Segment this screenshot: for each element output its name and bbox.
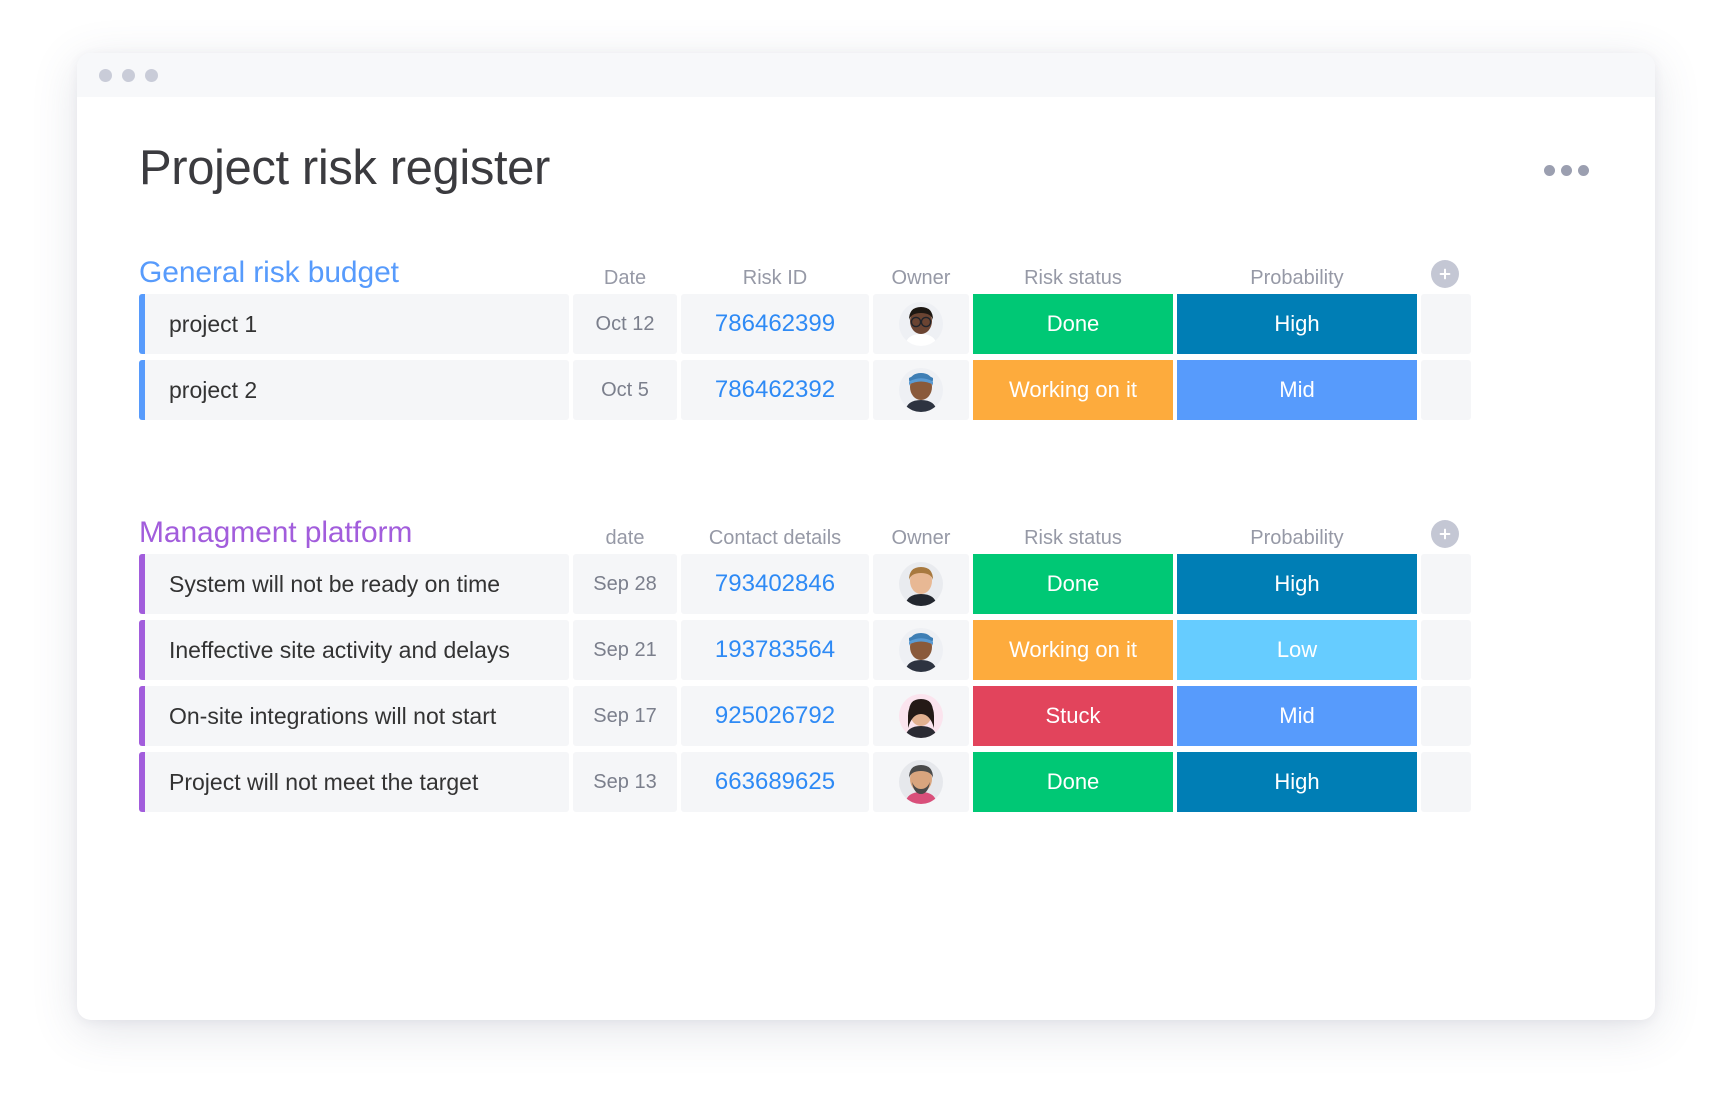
- cell-owner[interactable]: [873, 686, 969, 746]
- cell-empty-tail: [1421, 620, 1471, 680]
- board-groups: General risk budgetDateRisk IDOwnerRisk …: [139, 248, 1593, 812]
- cell-date[interactable]: Oct 5: [573, 360, 677, 420]
- cell-empty-tail: [1421, 294, 1471, 354]
- cell-probability[interactable]: Mid: [1177, 360, 1417, 420]
- cell-item-name[interactable]: Ineffective site activity and delays: [145, 620, 569, 680]
- avatar-woman-dark-hair[interactable]: [899, 694, 943, 738]
- app-window: Project risk register General risk budge…: [77, 53, 1655, 1020]
- board-group-1: General risk budgetDateRisk IDOwnerRisk …: [139, 248, 1593, 420]
- kebab-menu-icon[interactable]: [1540, 155, 1593, 186]
- column-header-owner: Owner: [873, 267, 969, 290]
- cell-item-name[interactable]: System will not be ready on time: [145, 554, 569, 614]
- cell-probability[interactable]: Low: [1177, 620, 1417, 680]
- kebab-dot-2: [1561, 165, 1572, 176]
- column-header-owner: Owner: [873, 527, 969, 550]
- table-row[interactable]: On-site integrations will not startSep 1…: [139, 686, 1593, 746]
- cell-risk-status[interactable]: Working on it: [973, 620, 1173, 680]
- traffic-light-close-icon[interactable]: [99, 69, 112, 82]
- cell-owner[interactable]: [873, 752, 969, 812]
- column-header-probability: Probability: [1177, 527, 1417, 550]
- cell-risk-status[interactable]: Done: [973, 294, 1173, 354]
- cell-risk-id[interactable]: 193783564: [681, 620, 869, 680]
- group-title[interactable]: Managment platform: [139, 516, 569, 550]
- cell-empty-tail: [1421, 360, 1471, 420]
- window-titlebar: [77, 53, 1655, 97]
- table-row[interactable]: Project will not meet the targetSep 1366…: [139, 752, 1593, 812]
- group-title[interactable]: General risk budget: [139, 256, 569, 290]
- cell-item-name[interactable]: project 2: [145, 360, 569, 420]
- cell-date[interactable]: Sep 13: [573, 752, 677, 812]
- column-header-probability: Probability: [1177, 267, 1417, 290]
- cell-date[interactable]: Oct 12: [573, 294, 677, 354]
- table-row[interactable]: System will not be ready on timeSep 2879…: [139, 554, 1593, 614]
- cell-item-name[interactable]: Project will not meet the target: [145, 752, 569, 812]
- column-header-risk-status: Risk status: [973, 267, 1173, 290]
- cell-owner[interactable]: [873, 360, 969, 420]
- cell-date[interactable]: Sep 21: [573, 620, 677, 680]
- cell-risk-id[interactable]: 663689625: [681, 752, 869, 812]
- avatar-man-beard[interactable]: [899, 760, 943, 804]
- cell-probability[interactable]: High: [1177, 554, 1417, 614]
- column-header-date: Date: [573, 267, 677, 290]
- cell-owner[interactable]: [873, 554, 969, 614]
- cell-date[interactable]: Sep 28: [573, 554, 677, 614]
- cell-risk-status[interactable]: Done: [973, 554, 1173, 614]
- cell-empty-tail: [1421, 752, 1471, 812]
- column-header-risk-status: Risk status: [973, 527, 1173, 550]
- kebab-dot-3: [1578, 165, 1589, 176]
- traffic-light-minimize-icon[interactable]: [122, 69, 135, 82]
- kebab-dot-1: [1544, 165, 1555, 176]
- cell-risk-id[interactable]: 925026792: [681, 686, 869, 746]
- cell-owner[interactable]: [873, 294, 969, 354]
- cell-probability[interactable]: High: [1177, 752, 1417, 812]
- cell-probability[interactable]: Mid: [1177, 686, 1417, 746]
- cell-item-name[interactable]: On-site integrations will not start: [145, 686, 569, 746]
- column-header-contact-details: Contact details: [681, 527, 869, 550]
- column-header-risk-id: Risk ID: [681, 267, 869, 290]
- cell-risk-status[interactable]: Stuck: [973, 686, 1173, 746]
- cell-empty-tail: [1421, 686, 1471, 746]
- avatar-man-bandana[interactable]: [899, 628, 943, 672]
- avatar-woman-glasses[interactable]: [899, 302, 943, 346]
- page-header: Project risk register: [139, 143, 1593, 194]
- screenshot-root: Project risk register General risk budge…: [0, 0, 1709, 1093]
- table-row[interactable]: Ineffective site activity and delaysSep …: [139, 620, 1593, 680]
- table-row[interactable]: project 1Oct 12786462399 DoneHigh: [139, 294, 1593, 354]
- group-header-row: General risk budgetDateRisk IDOwnerRisk …: [139, 248, 1593, 294]
- cell-item-name[interactable]: project 1: [145, 294, 569, 354]
- add-column-button[interactable]: [1431, 260, 1459, 288]
- page-title: Project risk register: [139, 143, 550, 194]
- avatar-man-bandana[interactable]: [899, 368, 943, 412]
- cell-risk-status[interactable]: Working on it: [973, 360, 1173, 420]
- cell-probability[interactable]: High: [1177, 294, 1417, 354]
- cell-risk-id[interactable]: 793402846: [681, 554, 869, 614]
- cell-owner[interactable]: [873, 620, 969, 680]
- add-column-button[interactable]: [1431, 520, 1459, 548]
- cell-risk-status[interactable]: Done: [973, 752, 1173, 812]
- group-separator: [139, 438, 1593, 508]
- column-header-date: date: [573, 527, 677, 550]
- traffic-light-maximize-icon[interactable]: [145, 69, 158, 82]
- cell-date[interactable]: Sep 17: [573, 686, 677, 746]
- group-header-row: Managment platformdateContact detailsOwn…: [139, 508, 1593, 554]
- cell-risk-id[interactable]: 786462399: [681, 294, 869, 354]
- board-group-2: Managment platformdateContact detailsOwn…: [139, 508, 1593, 812]
- cell-empty-tail: [1421, 554, 1471, 614]
- table-row[interactable]: project 2Oct 5786462392 Working on itMid: [139, 360, 1593, 420]
- cell-risk-id[interactable]: 786462392: [681, 360, 869, 420]
- board-content: Project risk register General risk budge…: [77, 97, 1655, 812]
- avatar-man-blond[interactable]: [899, 562, 943, 606]
